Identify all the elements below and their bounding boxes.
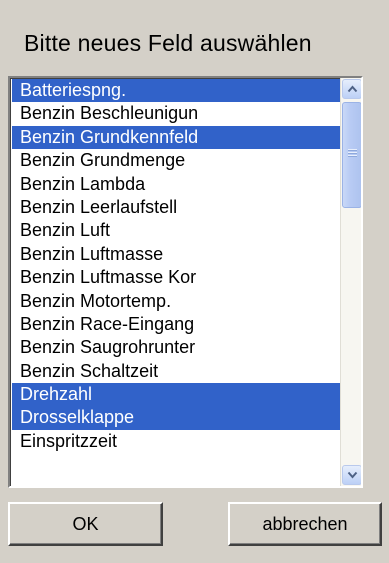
ok-button[interactable]: OK xyxy=(8,502,163,546)
dialog-title: Bitte neues Feld auswählen xyxy=(24,30,312,56)
scroll-down-button[interactable] xyxy=(342,465,361,485)
scroll-up-button[interactable] xyxy=(342,79,361,99)
list-item[interactable]: Benzin Luft xyxy=(12,219,344,243)
list-item[interactable]: Drehzahl xyxy=(12,383,344,407)
list-item[interactable]: Benzin Race-Eingang xyxy=(12,312,344,337)
field-listbox[interactable]: Batteriespng. Benzin Beschleunigun Benzin … xyxy=(8,76,363,488)
scrollbar-thumb[interactable] xyxy=(342,102,361,208)
select-field-dialog: Bitte neues Feld auswählen Batteriespng.… xyxy=(0,0,389,563)
list-item[interactable]: Drosselklappe xyxy=(12,406,344,430)
grip-icon xyxy=(348,149,357,159)
list-item[interactable]: Batteriespng. xyxy=(12,79,344,103)
list-item[interactable]: Benzin Beschleunigun xyxy=(12,102,344,126)
chevron-up-icon xyxy=(347,85,358,93)
cancel-button[interactable]: abbrechen xyxy=(228,502,382,546)
vertical-scrollbar[interactable] xyxy=(340,78,361,486)
list-item[interactable]: Benzin Leerlaufstell xyxy=(12,195,344,220)
list-item[interactable]: Benzin Luftmasse Kor xyxy=(12,266,344,290)
list-item[interactable]: Benzin Grundmenge xyxy=(12,149,344,173)
list-items: Batteriespng. Benzin Beschleunigun Benzin … xyxy=(12,79,344,454)
list-item[interactable]: Benzin Grundkennfeld xyxy=(12,125,344,150)
list-item[interactable]: Benzin Lambda xyxy=(12,172,344,196)
list-item[interactable]: Einspritzzeit xyxy=(12,429,344,454)
list-item[interactable]: Benzin Saugrohrunter xyxy=(12,336,344,360)
chevron-down-icon xyxy=(347,471,358,479)
list-item[interactable]: Benzin Schaltzeit xyxy=(12,359,344,384)
list-item[interactable]: Benzin Motortemp. xyxy=(12,289,344,313)
list-item[interactable]: Benzin Luftmasse xyxy=(12,242,344,267)
